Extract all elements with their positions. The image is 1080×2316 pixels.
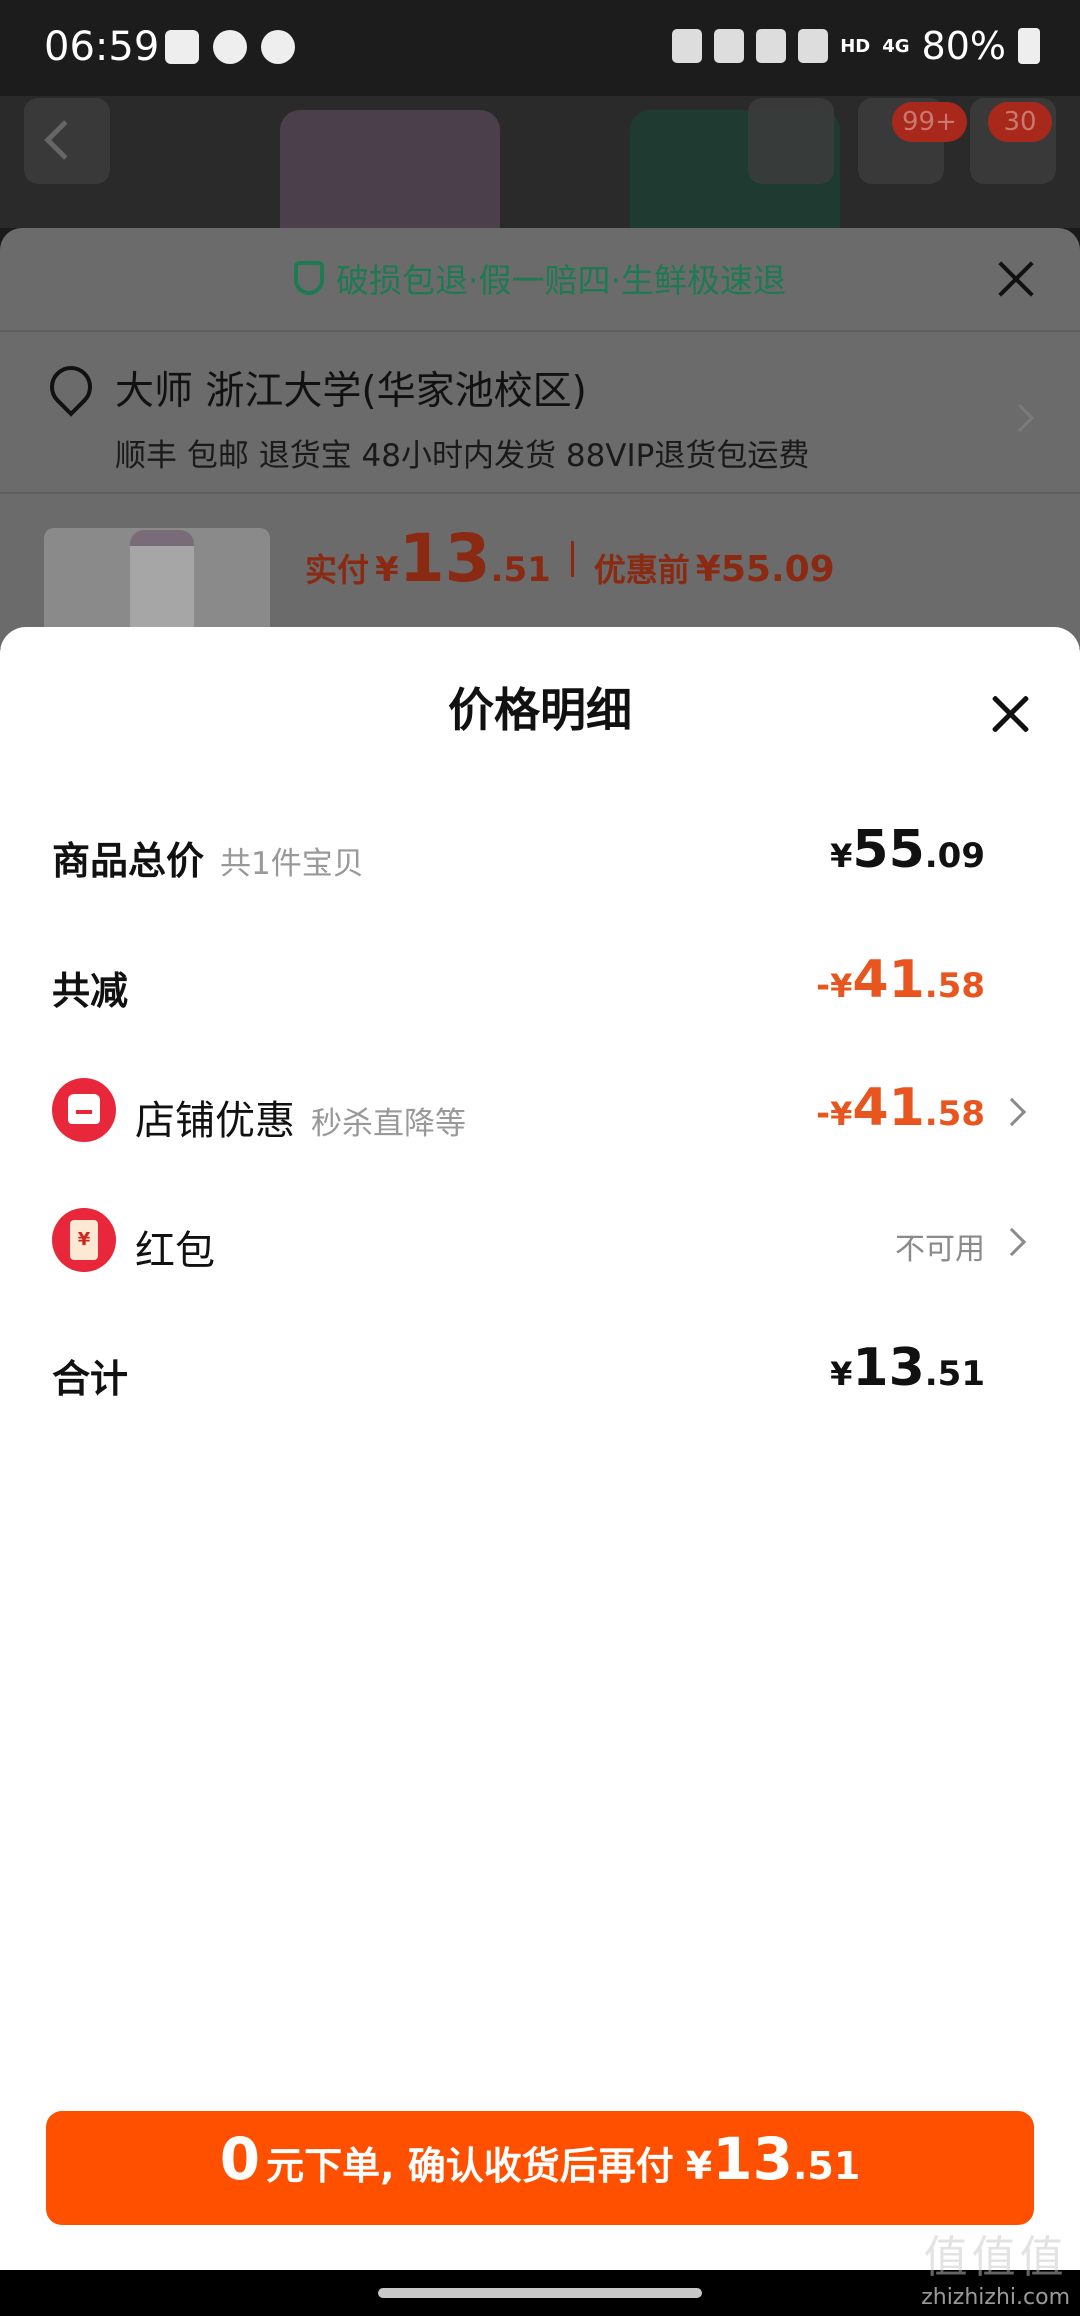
yen-sign: ¥ — [830, 1355, 853, 1393]
red-packet-label: 红包 — [135, 1228, 215, 1274]
system-icons: HD 4G 80% — [672, 24, 1040, 68]
store-discount-label: 店铺优惠 秒杀直降等 — [135, 1088, 466, 1146]
sum-label: 合计 — [52, 1357, 129, 1401]
goods-count: 共1件宝贝 — [220, 846, 364, 882]
yen-sign: ¥ — [830, 967, 853, 1005]
price-integer: 41 — [852, 1078, 925, 1138]
price-decimal: .58 — [924, 1094, 985, 1134]
home-indicator[interactable] — [378, 2288, 702, 2298]
paid-decimal: .51 — [490, 550, 551, 590]
store-discount-text: 店铺优惠 — [135, 1098, 295, 1144]
chevron-right-icon — [997, 1227, 1027, 1257]
row-goods-total: 商品总价 共1件宝贝 ¥ 55 .09 — [0, 820, 1080, 920]
cart-badge: 99+ — [892, 102, 967, 142]
chevron-right-icon — [997, 1097, 1027, 1127]
share-button[interactable] — [748, 98, 834, 184]
shipping-info: 顺丰 包邮 退货宝 48小时内发货 88VIP退货包运费 — [115, 438, 810, 474]
store-icon — [52, 1078, 116, 1142]
pre-discount-value: ¥55.09 — [695, 549, 835, 590]
wifi-icon — [798, 29, 829, 63]
sheet-close-icon[interactable] — [996, 258, 1036, 298]
guarantee-banner: 破损包退·假一赔四·生鲜极速退 — [0, 228, 1080, 328]
watermark-glyph: 值值值 — [923, 2232, 1068, 2283]
store-discount-price: - ¥ 41 .58 — [816, 1078, 985, 1138]
row-total-reduction: 共减 - ¥ 41 .58 — [0, 950, 1080, 1050]
battery-icon — [1018, 28, 1040, 64]
dnd-icon — [261, 30, 295, 64]
hd-indicator: HD — [840, 35, 871, 57]
wechat-icon — [213, 30, 247, 64]
row-store-discount[interactable]: 店铺优惠 秒杀直降等 - ¥ 41 .58 — [0, 1078, 1080, 1178]
minus-sign: - — [816, 966, 831, 1006]
cta-yen: ¥ — [685, 2144, 713, 2188]
goods-total-price: ¥ 55 .09 — [830, 820, 985, 880]
cta-integer: 13 — [712, 2125, 793, 2193]
status-bar: 06:59 HD 4G 80% — [0, 0, 1080, 96]
signal-4g-indicator: 4G — [882, 35, 910, 57]
row-red-packet[interactable]: ¥ 红包 不可用 — [0, 1208, 1080, 1308]
paid-yen: ¥ — [375, 550, 399, 590]
battery-percent: 80% — [921, 24, 1006, 68]
battery-saver-icon — [672, 29, 703, 63]
reduction-label: 共减 — [52, 969, 129, 1013]
goods-total-label: 商品总价 共1件宝贝 — [52, 830, 364, 885]
product-image-dimmed — [280, 110, 500, 228]
navigation-gesture-bar — [0, 2270, 1080, 2316]
watermark: 值值值 zhizhizhi.com — [921, 2221, 1070, 2310]
price-integer: 41 — [852, 950, 925, 1010]
cta-zero: 0 — [219, 2125, 261, 2193]
yen-envelope-icon: ¥ — [70, 1220, 98, 1260]
red-envelope-icon: ¥ — [52, 1208, 116, 1272]
close-icon[interactable] — [990, 694, 1030, 734]
goods-total-text: 商品总价 — [52, 839, 205, 883]
status-time: 06:59 — [44, 24, 160, 70]
modal-title: 价格明细 — [448, 683, 632, 737]
store-discount-sub: 秒杀直降等 — [311, 1106, 466, 1142]
shop-icon — [68, 1094, 100, 1124]
watermark-text: zhizhizhi.com — [921, 2285, 1070, 2310]
cta-decimal: .51 — [792, 2144, 861, 2188]
shield-check-icon — [294, 261, 324, 295]
price-decimal: .51 — [924, 1354, 985, 1394]
reduction-price: - ¥ 41 .58 — [816, 950, 985, 1010]
mute-icon — [756, 29, 787, 63]
red-packet-status: 不可用 — [895, 1232, 985, 1267]
sum-price: ¥ 13 .51 — [830, 1338, 985, 1398]
price-decimal: .09 — [924, 836, 985, 876]
back-arrow-icon — [44, 120, 84, 160]
bottle-image — [130, 530, 194, 640]
back-button[interactable] — [24, 98, 110, 184]
address-name: 大师 浙江大学(华家池校区) — [115, 369, 587, 414]
minus-sign: - — [816, 1094, 831, 1134]
price-decimal: .58 — [924, 966, 985, 1006]
gallery-icon — [165, 30, 199, 64]
paid-integer: 13 — [398, 520, 491, 597]
guarantee-text: 破损包退·假一赔四·生鲜极速退 — [336, 261, 786, 300]
divider — [570, 540, 574, 577]
paid-label: 实付 — [305, 551, 370, 589]
alarm-icon — [714, 29, 745, 63]
row-sum: 合计 ¥ 13 .51 — [0, 1338, 1080, 1438]
notification-icons — [165, 30, 295, 64]
price-integer: 13 — [852, 1338, 925, 1398]
yen-sign: ¥ — [830, 1095, 853, 1133]
paid-summary: 实付 ¥ 13 .51 优惠前 ¥55.09 — [305, 520, 835, 597]
yen-sign: ¥ — [830, 837, 853, 875]
pre-discount-label: 优惠前 — [593, 551, 690, 589]
zero-pay-order-button[interactable]: 0 元下单, 确认收货后再付 ¥ 13 .51 — [46, 2111, 1034, 2225]
price-integer: 55 — [852, 820, 925, 880]
cta-text: 元下单, 确认收货后再付 — [266, 2144, 674, 2188]
message-badge: 30 — [988, 102, 1052, 142]
